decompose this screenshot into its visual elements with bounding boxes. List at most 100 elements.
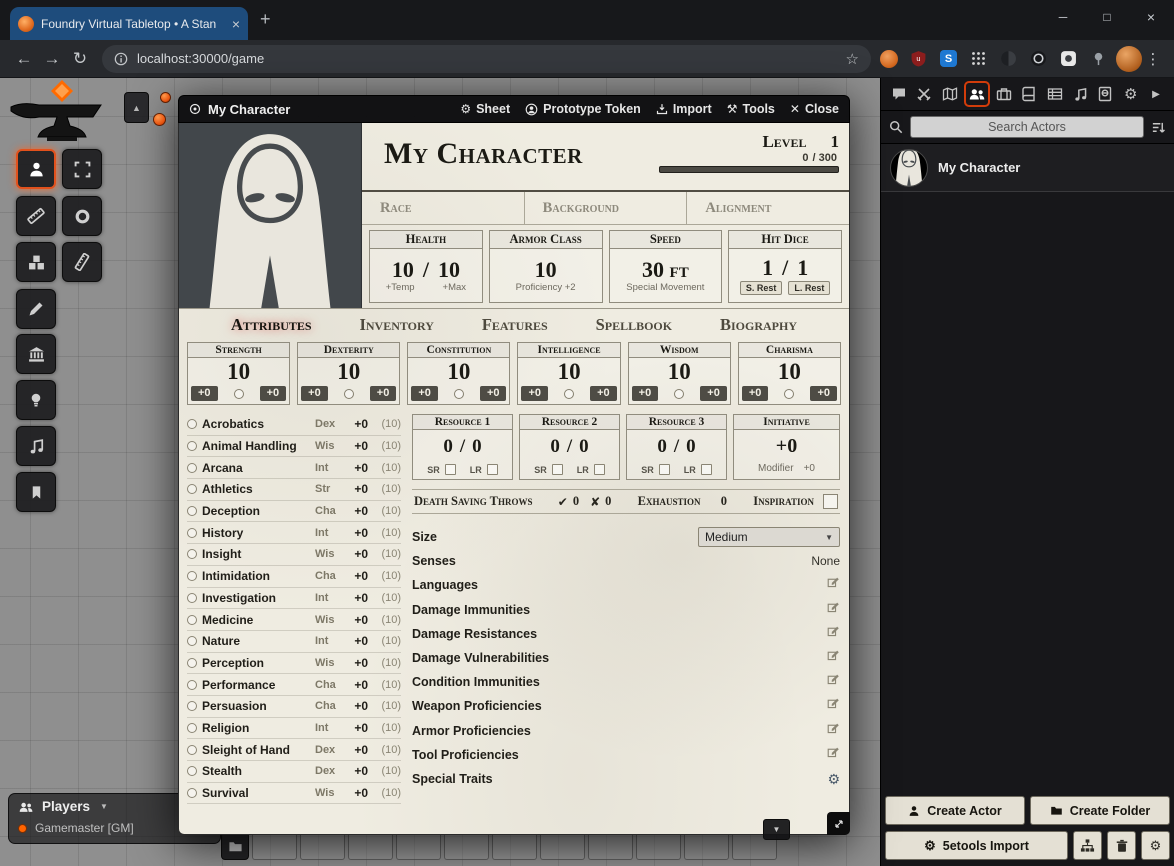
folder-tree-button[interactable] xyxy=(1073,831,1102,860)
back-icon[interactable]: ← xyxy=(10,49,38,69)
sidebar-collapse-button[interactable]: ▶ xyxy=(1145,83,1167,105)
tab-settings[interactable]: ⚙ xyxy=(1120,83,1142,105)
skill-proficiency-radio[interactable] xyxy=(187,636,197,646)
skill-proficiency-radio[interactable] xyxy=(187,419,197,429)
death-fail-count[interactable]: 0 xyxy=(605,494,611,509)
skill-proficiency-radio[interactable] xyxy=(187,766,197,776)
close-window-button[interactable]: ✕ Close xyxy=(790,102,839,116)
extension-icon-ring[interactable] xyxy=(1029,49,1048,68)
resource-max-input[interactable]: 0 xyxy=(686,436,696,458)
ability-name[interactable]: Constitution xyxy=(408,343,509,358)
edit-icon[interactable] xyxy=(827,601,840,619)
ability-name[interactable]: Dexterity xyxy=(298,343,399,358)
macro-slot[interactable] xyxy=(348,832,393,860)
skill-row[interactable]: Sleight of Hand Dex +0 (10) xyxy=(187,739,401,761)
macro-slot[interactable] xyxy=(636,832,681,860)
tab-chat[interactable] xyxy=(888,83,910,105)
macro-slot[interactable] xyxy=(396,832,441,860)
ability-name[interactable]: Wisdom xyxy=(629,343,730,358)
hp-max-input[interactable]: 10 xyxy=(438,258,460,281)
sr-checkbox[interactable] xyxy=(659,464,670,475)
edit-icon[interactable] xyxy=(827,649,840,667)
new-tab-button[interactable]: + xyxy=(260,9,271,30)
resource-max-input[interactable]: 0 xyxy=(579,436,589,458)
extension-icon-capture[interactable] xyxy=(1059,49,1078,68)
hp-temp-label[interactable]: +Temp xyxy=(386,282,415,293)
search-input[interactable] xyxy=(910,116,1144,138)
create-actor-button[interactable]: Create Actor xyxy=(885,796,1025,825)
death-fail-icon[interactable]: ✘ xyxy=(590,495,600,509)
edit-icon[interactable] xyxy=(827,697,840,715)
ability-score-input[interactable]: 10 xyxy=(518,358,619,385)
ability-mod[interactable]: +0 xyxy=(191,386,218,401)
ac-value-input[interactable]: 10 xyxy=(535,258,557,281)
measure-controls-button[interactable] xyxy=(16,196,56,236)
ability-name[interactable]: Charisma xyxy=(739,343,840,358)
circle-template-button[interactable] xyxy=(62,196,102,236)
exhaustion-value-input[interactable]: 0 xyxy=(721,494,727,509)
skill-row[interactable]: Stealth Dex +0 (10) xyxy=(187,761,401,783)
skill-row[interactable]: Perception Wis +0 (10) xyxy=(187,653,401,675)
window-resize-handle[interactable] xyxy=(827,812,850,835)
save-proficiency-radio[interactable] xyxy=(674,389,684,399)
hd-current-input[interactable]: 1 xyxy=(762,256,773,279)
ability-score-input[interactable]: 10 xyxy=(188,358,289,385)
background-field[interactable]: Background xyxy=(524,192,687,224)
skill-proficiency-radio[interactable] xyxy=(187,615,197,625)
ability-mod[interactable]: +0 xyxy=(411,386,438,401)
wall-controls-button[interactable] xyxy=(16,334,56,374)
save-proficiency-radio[interactable] xyxy=(344,389,354,399)
notes-controls-button[interactable] xyxy=(16,472,56,512)
ability-save[interactable]: +0 xyxy=(480,386,507,401)
long-rest-button[interactable]: L. Rest xyxy=(788,281,830,295)
resource-current-input[interactable]: 0 xyxy=(657,436,667,458)
lighting-controls-button[interactable] xyxy=(16,380,56,420)
tab-features[interactable]: Features xyxy=(482,315,548,335)
tab-items[interactable] xyxy=(993,83,1015,105)
module-settings-button[interactable]: ⚙ xyxy=(1141,831,1170,860)
skill-proficiency-radio[interactable] xyxy=(187,506,197,516)
skill-proficiency-radio[interactable] xyxy=(187,745,197,755)
macro-slot[interactable] xyxy=(444,832,489,860)
tab-biography[interactable]: Biography xyxy=(720,315,797,335)
tab-combat[interactable] xyxy=(913,83,935,105)
skill-proficiency-radio[interactable] xyxy=(187,528,197,538)
5etools-import-button[interactable]: ⚙ 5etools Import xyxy=(885,831,1068,860)
extension-icon-pin[interactable] xyxy=(1089,49,1108,68)
bookmark-star-icon[interactable]: ☆ xyxy=(846,50,859,68)
skill-proficiency-radio[interactable] xyxy=(187,723,197,733)
ability-score-input[interactable]: 10 xyxy=(408,358,509,385)
tab-journal[interactable] xyxy=(1018,83,1040,105)
ability-mod[interactable]: +0 xyxy=(521,386,548,401)
ability-mod[interactable]: +0 xyxy=(742,386,769,401)
skill-proficiency-radio[interactable] xyxy=(187,788,197,798)
macro-slot[interactable] xyxy=(252,832,297,860)
skill-proficiency-radio[interactable] xyxy=(187,680,197,690)
macro-slot[interactable] xyxy=(684,832,729,860)
ability-score-input[interactable]: 10 xyxy=(629,358,730,385)
edit-icon[interactable] xyxy=(827,576,840,594)
character-name-input[interactable]: My Character xyxy=(384,139,583,190)
lr-checkbox[interactable] xyxy=(487,464,498,475)
resource-label-input[interactable]: Resource 1 xyxy=(413,415,512,430)
token-controls-button[interactable] xyxy=(16,149,56,189)
ability-score-input[interactable]: 10 xyxy=(739,358,840,385)
ruler-tool-button[interactable] xyxy=(62,242,102,282)
address-bar[interactable]: localhost:30000/game ☆ xyxy=(102,45,871,73)
macro-slot[interactable] xyxy=(588,832,633,860)
extension-icon-s-app[interactable]: S xyxy=(939,49,958,68)
resource-current-input[interactable]: 0 xyxy=(550,436,560,458)
create-folder-button[interactable]: Create Folder xyxy=(1030,796,1170,825)
ability-mod[interactable]: +0 xyxy=(301,386,328,401)
macro-slot[interactable] xyxy=(300,832,345,860)
profile-avatar[interactable] xyxy=(1116,46,1142,72)
skill-row[interactable]: Athletics Str +0 (10) xyxy=(187,479,401,501)
save-proficiency-radio[interactable] xyxy=(564,389,574,399)
short-rest-button[interactable]: S. Rest xyxy=(740,281,783,295)
initiative-label[interactable]: Initiative xyxy=(734,415,839,430)
macro-slot[interactable] xyxy=(540,832,585,860)
tab-playlists[interactable] xyxy=(1069,83,1091,105)
skill-row[interactable]: Intimidation Cha +0 (10) xyxy=(187,566,401,588)
tab-attributes[interactable]: Attributes xyxy=(231,315,312,335)
window-maximize-button[interactable]: □ xyxy=(1090,0,1124,34)
